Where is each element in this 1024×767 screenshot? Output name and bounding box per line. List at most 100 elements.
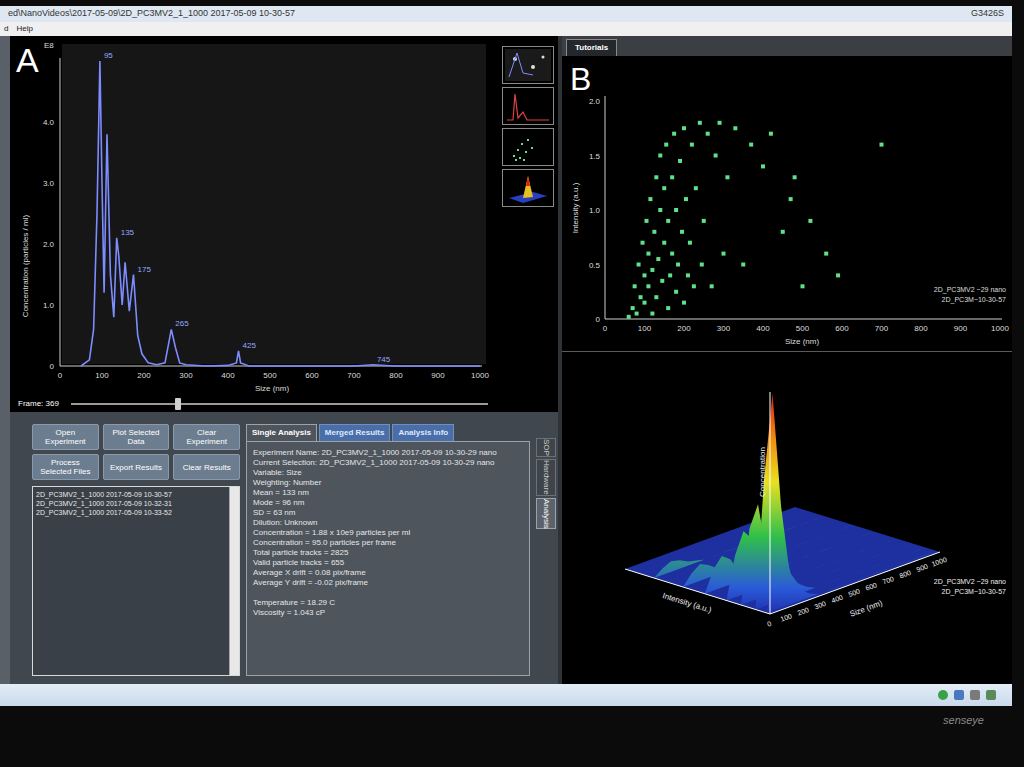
scrollbar[interactable] <box>229 487 239 675</box>
scatter-point <box>733 126 737 130</box>
action-button[interactable]: Clear Experiment <box>173 424 240 450</box>
scatter-point <box>680 230 684 234</box>
action-button[interactable]: Export Results <box>103 454 170 480</box>
file-items: 2D_PC3MV2_1_1000 2017-05-09 10-30-572D_P… <box>33 487 229 675</box>
action-button[interactable]: Open Experiment <box>32 424 99 450</box>
peak-label: 95 <box>104 51 113 60</box>
analysis-tab[interactable]: Single Analysis <box>246 424 317 441</box>
scatter-point <box>710 284 714 288</box>
file-item[interactable]: 2D_PC3MV2_1_1000 2017-05-09 10-33-52 <box>36 508 226 517</box>
scatter-point <box>656 257 660 261</box>
y-tick: 1.5 <box>589 152 601 161</box>
action-button[interactable]: Process Selected Files <box>32 454 99 480</box>
x-tick: 0 <box>58 371 63 380</box>
x-tick: 100 <box>779 612 792 623</box>
title-bar: ed\NanoVideos\2017-05-09\2D_PC3MV2_1_100… <box>0 6 1012 22</box>
monitor: ed\NanoVideos\2017-05-09\2D_PC3MV2_1_100… <box>0 0 1024 767</box>
video-frame <box>62 44 486 364</box>
legend-entry: 2D_PC3M~10-30-57 <box>942 296 1007 304</box>
tray-icon[interactable] <box>954 690 964 700</box>
surface-slice <box>766 544 936 613</box>
scatter-point <box>646 284 650 288</box>
file-list: 2D_PC3MV2_1_1000 2017-05-09 10-30-572D_P… <box>32 486 240 676</box>
tray-icon[interactable] <box>970 690 980 700</box>
scatter-point <box>648 197 652 201</box>
tray-icon[interactable] <box>938 690 948 700</box>
x-tick: 300 <box>717 324 731 333</box>
scatter-point <box>666 306 670 310</box>
menu-bar: d Help <box>0 22 1012 36</box>
x-tick: 300 <box>813 600 826 611</box>
scatter-point <box>664 143 668 147</box>
scatter-point <box>722 252 726 256</box>
right-tab-bar: Tutorials <box>562 36 1012 56</box>
x-axis-label: Size (nm) <box>849 598 885 618</box>
slider-thumb[interactable] <box>175 398 181 410</box>
file-item[interactable]: 2D_PC3MV2_1_1000 2017-05-09 10-32-31 <box>36 499 226 508</box>
action-button[interactable]: Clear Results <box>173 454 240 480</box>
side-tab[interactable]: Hardware <box>536 459 556 496</box>
scatter-point <box>631 306 635 310</box>
scatter-point <box>650 268 654 272</box>
scatter-point <box>643 301 647 305</box>
scatter-point <box>694 186 698 190</box>
peak-label: 425 <box>243 341 257 350</box>
x-tick: 600 <box>835 324 849 333</box>
x-axis-label: Size (nm) <box>785 337 820 346</box>
thumbnail[interactable] <box>502 128 554 166</box>
scatter-point <box>666 219 670 223</box>
analysis-tab[interactable]: Analysis Info <box>392 424 454 441</box>
x-tick: 400 <box>756 324 770 333</box>
side-tab[interactable]: Analysis <box>536 498 556 530</box>
y-tick: 2.0 <box>43 240 55 249</box>
menu-item[interactable]: d <box>4 23 8 35</box>
scatter-point <box>700 263 704 267</box>
side-tab[interactable]: SOP <box>536 438 556 457</box>
left-column: 01.02.03.04.0010020030040050060070080090… <box>10 36 558 684</box>
peak-label: 265 <box>175 319 189 328</box>
scatter-point <box>650 312 654 316</box>
side-tabs: SOP HardwareAnalysis <box>536 424 556 676</box>
panel-letter: B <box>570 61 591 97</box>
scatter-point <box>670 175 674 179</box>
scatter-point <box>781 230 785 234</box>
y-tick: 0.5 <box>589 261 601 270</box>
thumbnail[interactable] <box>502 87 554 125</box>
thumbnail[interactable] <box>502 46 554 84</box>
scatter-point <box>660 279 664 283</box>
x-tick: 1000 <box>471 371 489 380</box>
x-tick: 400 <box>221 371 235 380</box>
scatter-point <box>688 241 692 245</box>
scatter-point <box>808 219 812 223</box>
x-tick: 200 <box>137 371 151 380</box>
result-line: Dilution: Unknown <box>253 518 523 528</box>
menu-item[interactable]: Help <box>16 23 32 35</box>
x-tick: 700 <box>875 324 889 333</box>
screen: ed\NanoVideos\2017-05-09\2D_PC3MV2_1_100… <box>0 6 1012 706</box>
result-line: Weighting: Number <box>253 478 523 488</box>
scatter-point <box>880 143 884 147</box>
file-item[interactable]: 2D_PC3MV2_1_1000 2017-05-09 10-30-57 <box>36 490 226 499</box>
tutorials-tab[interactable]: Tutorials <box>566 39 617 56</box>
x-tick: 1000 <box>991 324 1009 333</box>
scatter-point <box>662 241 666 245</box>
scatter-point <box>702 219 706 223</box>
x-tick: 200 <box>677 324 691 333</box>
tray-icon[interactable] <box>986 690 996 700</box>
y-axis-label: Intensity (a.u.) <box>571 182 580 233</box>
main-area: 01.02.03.04.0010020030040050060070080090… <box>0 36 1012 684</box>
button-grid: Open ExperimentPlot Selected DataClear E… <box>32 424 240 480</box>
y-tick: 0 <box>50 362 55 371</box>
result-line: Variable: Size <box>253 468 523 478</box>
action-button[interactable]: Plot Selected Data <box>103 424 170 450</box>
axis-multiplier: E8 <box>44 41 54 50</box>
peak-label: 175 <box>138 265 152 274</box>
analysis-tab[interactable]: Merged Results <box>319 424 391 441</box>
scatter-point <box>718 121 722 125</box>
scatter-point <box>633 284 637 288</box>
thumbnail[interactable] <box>502 169 554 207</box>
frame-slider[interactable] <box>71 403 488 405</box>
surface-thumbnail-icon <box>503 170 553 206</box>
scatter-point <box>769 132 773 136</box>
scatter-point <box>789 197 793 201</box>
